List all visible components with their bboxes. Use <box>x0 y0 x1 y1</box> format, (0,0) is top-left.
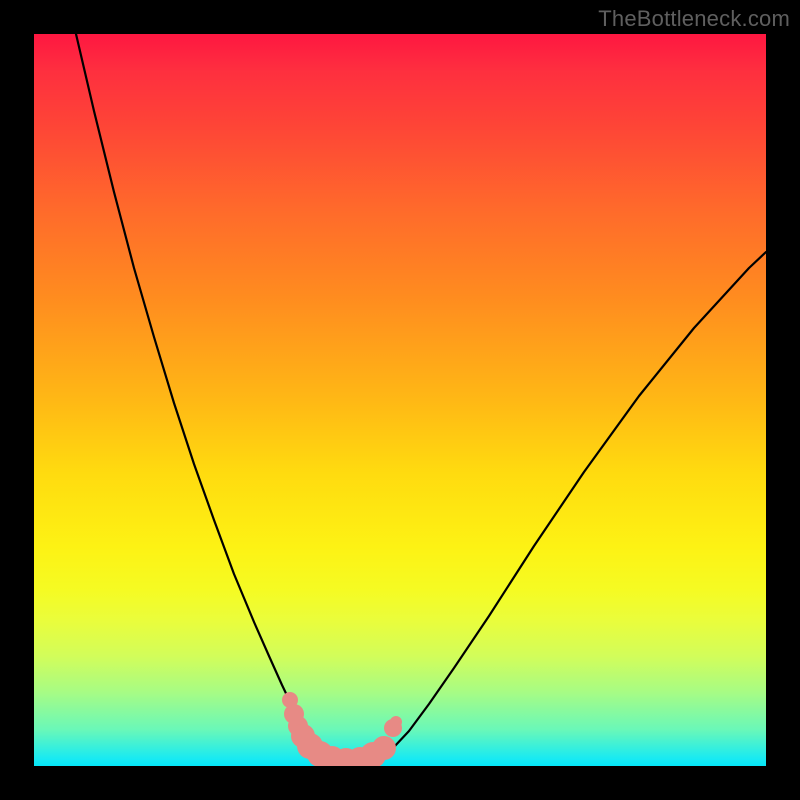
curve-markers <box>282 692 402 766</box>
plot-area <box>34 34 766 766</box>
watermark-text: TheBottleneck.com <box>598 6 790 32</box>
valley-marker <box>372 736 396 760</box>
bottleneck-curve <box>76 34 766 763</box>
chart-svg <box>34 34 766 766</box>
chart-frame: TheBottleneck.com <box>0 0 800 800</box>
valley-marker <box>390 716 402 728</box>
curve-lines <box>76 34 766 763</box>
